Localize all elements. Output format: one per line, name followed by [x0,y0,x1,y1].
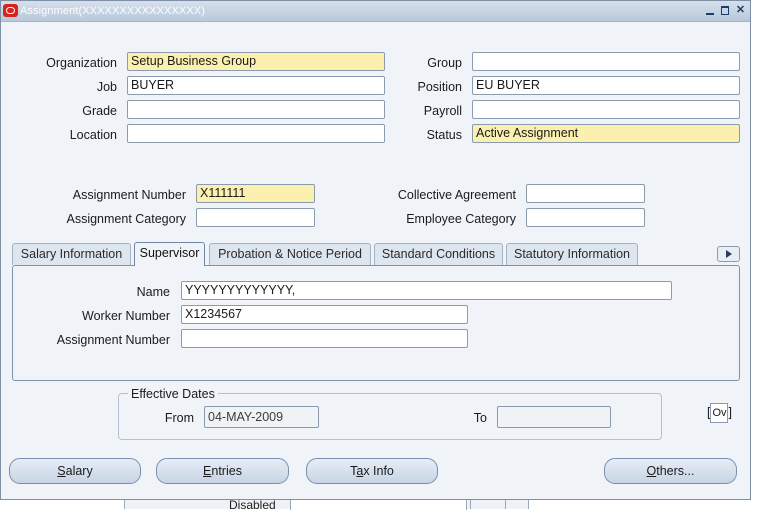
assignment-number-field[interactable]: X111111 [196,184,315,203]
salary-button[interactable]: Salary [9,458,141,484]
location-label: Location [69,128,117,142]
assignment-window: Assignment(XXXXXXXXXXXXXXXX) ✕ Organizat… [0,0,751,500]
position-label: Position [417,80,462,94]
arrow-right-icon [726,250,732,258]
ov-indicator[interactable]: [Ov] [707,403,732,423]
job-field[interactable]: BUYER [127,76,385,95]
entries-button[interactable]: Entries [156,458,289,484]
title-bar[interactable]: Assignment(XXXXXXXXXXXXXXXX) ✕ [1,1,750,22]
others-button-mnemonic: O [646,464,657,478]
oracle-app-icon[interactable] [3,4,18,17]
worker-number-label: Worker Number [82,309,170,323]
group-label: Group [427,56,462,70]
background-disabled-label: Disabled [229,498,276,512]
worker-number-field[interactable]: X1234567 [181,305,468,324]
status-field[interactable]: Active Assignment [472,124,740,143]
group-field[interactable] [472,52,740,71]
tax-info-button-label: x Info [363,464,394,478]
maximize-icon[interactable] [720,5,731,16]
payroll-field[interactable] [472,100,740,119]
organization-label: Organization [46,56,117,70]
assignment-category-label: Assignment Category [66,212,186,226]
supervisor-tab-panel: Name YYYYYYYYYYYYY, Worker Number X12345… [12,265,740,381]
supervisor-name-field[interactable]: YYYYYYYYYYYYY, [181,281,672,300]
collective-agreement-field[interactable] [526,184,645,203]
others-button[interactable]: Others... [604,458,737,484]
effective-from-field[interactable]: 04-MAY-2009 [204,406,319,428]
tab-salary-information[interactable]: Salary Information [12,243,131,265]
tab-probation-notice-period[interactable]: Probation & Notice Period [209,243,371,265]
organization-field[interactable]: Setup Business Group [127,52,385,71]
supervisor-name-label: Name [136,285,170,299]
employee-category-field[interactable] [526,208,645,227]
window-title: Assignment(XXXXXXXXXXXXXXXX) [20,5,205,17]
supervisor-assignment-number-field[interactable] [181,329,468,348]
effective-dates-title: Effective Dates [128,387,218,401]
close-icon[interactable]: ✕ [735,5,746,16]
tab-scroll-right-button[interactable] [717,246,740,262]
job-label: Job [96,80,117,94]
status-label: Status [426,128,462,142]
tab-statutory-information[interactable]: Statutory Information [506,243,638,265]
salary-button-label: alary [65,464,93,478]
assignment-category-field[interactable] [196,208,315,227]
ov-box[interactable]: Ov [710,403,729,423]
others-button-label: thers... [656,464,695,478]
tab-supervisor[interactable]: Supervisor [134,242,205,266]
entries-button-label: ntries [211,464,242,478]
grade-label: Grade [82,104,117,118]
tab-standard-conditions[interactable]: Standard Conditions [374,243,503,265]
employee-category-label: Employee Category [406,212,516,226]
ov-bracket-right: ] [728,405,732,420]
assignment-number-label: Assignment Number [72,188,186,202]
to-label: To [473,411,487,425]
tax-info-button[interactable]: Tax Info [306,458,438,484]
salary-button-mnemonic: S [57,464,66,478]
location-field[interactable] [127,124,385,143]
position-field[interactable]: EU BUYER [472,76,740,95]
from-label: From [164,411,194,425]
payroll-label: Payroll [423,104,462,118]
effective-to-field[interactable] [497,406,611,428]
supervisor-assignment-number-label: Assignment Number [56,333,170,347]
minimize-icon[interactable] [705,5,716,16]
grade-field[interactable] [127,100,385,119]
collective-agreement-label: Collective Agreement [397,188,516,202]
